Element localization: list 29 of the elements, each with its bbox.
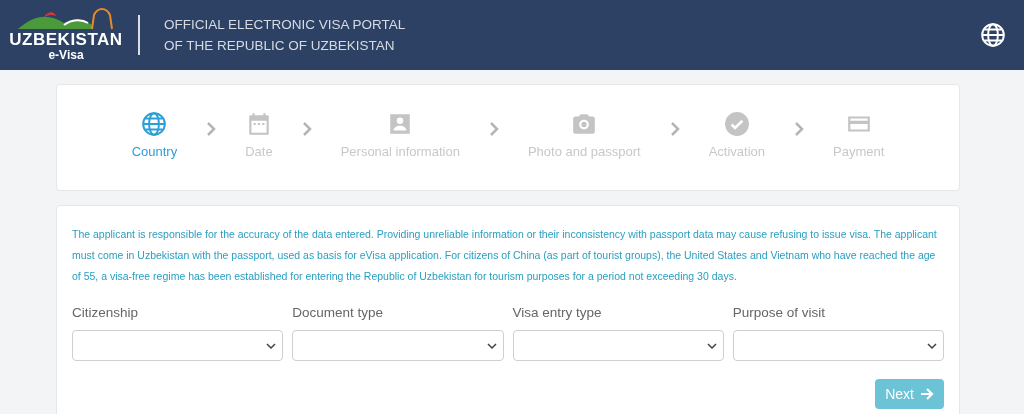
select-field[interactable] — [512, 330, 724, 362]
chevron-right-icon — [668, 121, 681, 137]
portal-title: OFFICIAL ELECTRONIC VISA PORTAL — [164, 16, 406, 34]
arrow-right-icon — [920, 387, 934, 402]
caret-icon — [706, 342, 717, 349]
portal-subtitle: OF THE REPUBLIC OF UZBEKISTAN — [164, 37, 396, 55]
camera-icon — [571, 111, 598, 137]
chevron-right-icon — [487, 121, 500, 137]
chevron-right-icon — [205, 121, 218, 137]
globe-icon[interactable] — [980, 22, 1006, 48]
caret-icon — [927, 342, 937, 349]
field-label: Purpose of visit — [732, 304, 827, 322]
select-field[interactable] — [72, 330, 284, 362]
check-circle-icon — [723, 111, 750, 137]
caret-icon — [266, 342, 277, 349]
notice-text: The applicant is responsible for the accuracy of the data entered. Providing unreliable information or their inconsistency with passport data may cause refusing to issue visa. The applicant must come in Uzbekistan with the passport, used as basis for eVisa application. For citizens of China (as part of tourist groups), the United States and Vietnam who have reached the age of 55, a visa-free regime has been established for entering the Republic of Uzbekistan for tourism purposes for a period not exceeding 30 days. — [72, 227, 938, 284]
logo-subtitle: e-Visa — [48, 48, 84, 63]
globe-icon — [141, 111, 168, 137]
chevron-right-icon — [300, 121, 313, 137]
field-label: Citizenship — [72, 304, 140, 322]
logo-wordmark: UZBEKISTAN — [9, 31, 123, 48]
field-label: Visa entry type — [512, 304, 603, 322]
next-button[interactable]: Next — [875, 379, 944, 410]
step-tab[interactable]: Country — [131, 111, 178, 158]
select-field[interactable] — [292, 330, 504, 362]
select-field[interactable] — [732, 330, 944, 362]
caret-icon — [486, 342, 497, 349]
field-label: Document type — [292, 304, 385, 322]
chevron-right-icon — [793, 121, 805, 137]
